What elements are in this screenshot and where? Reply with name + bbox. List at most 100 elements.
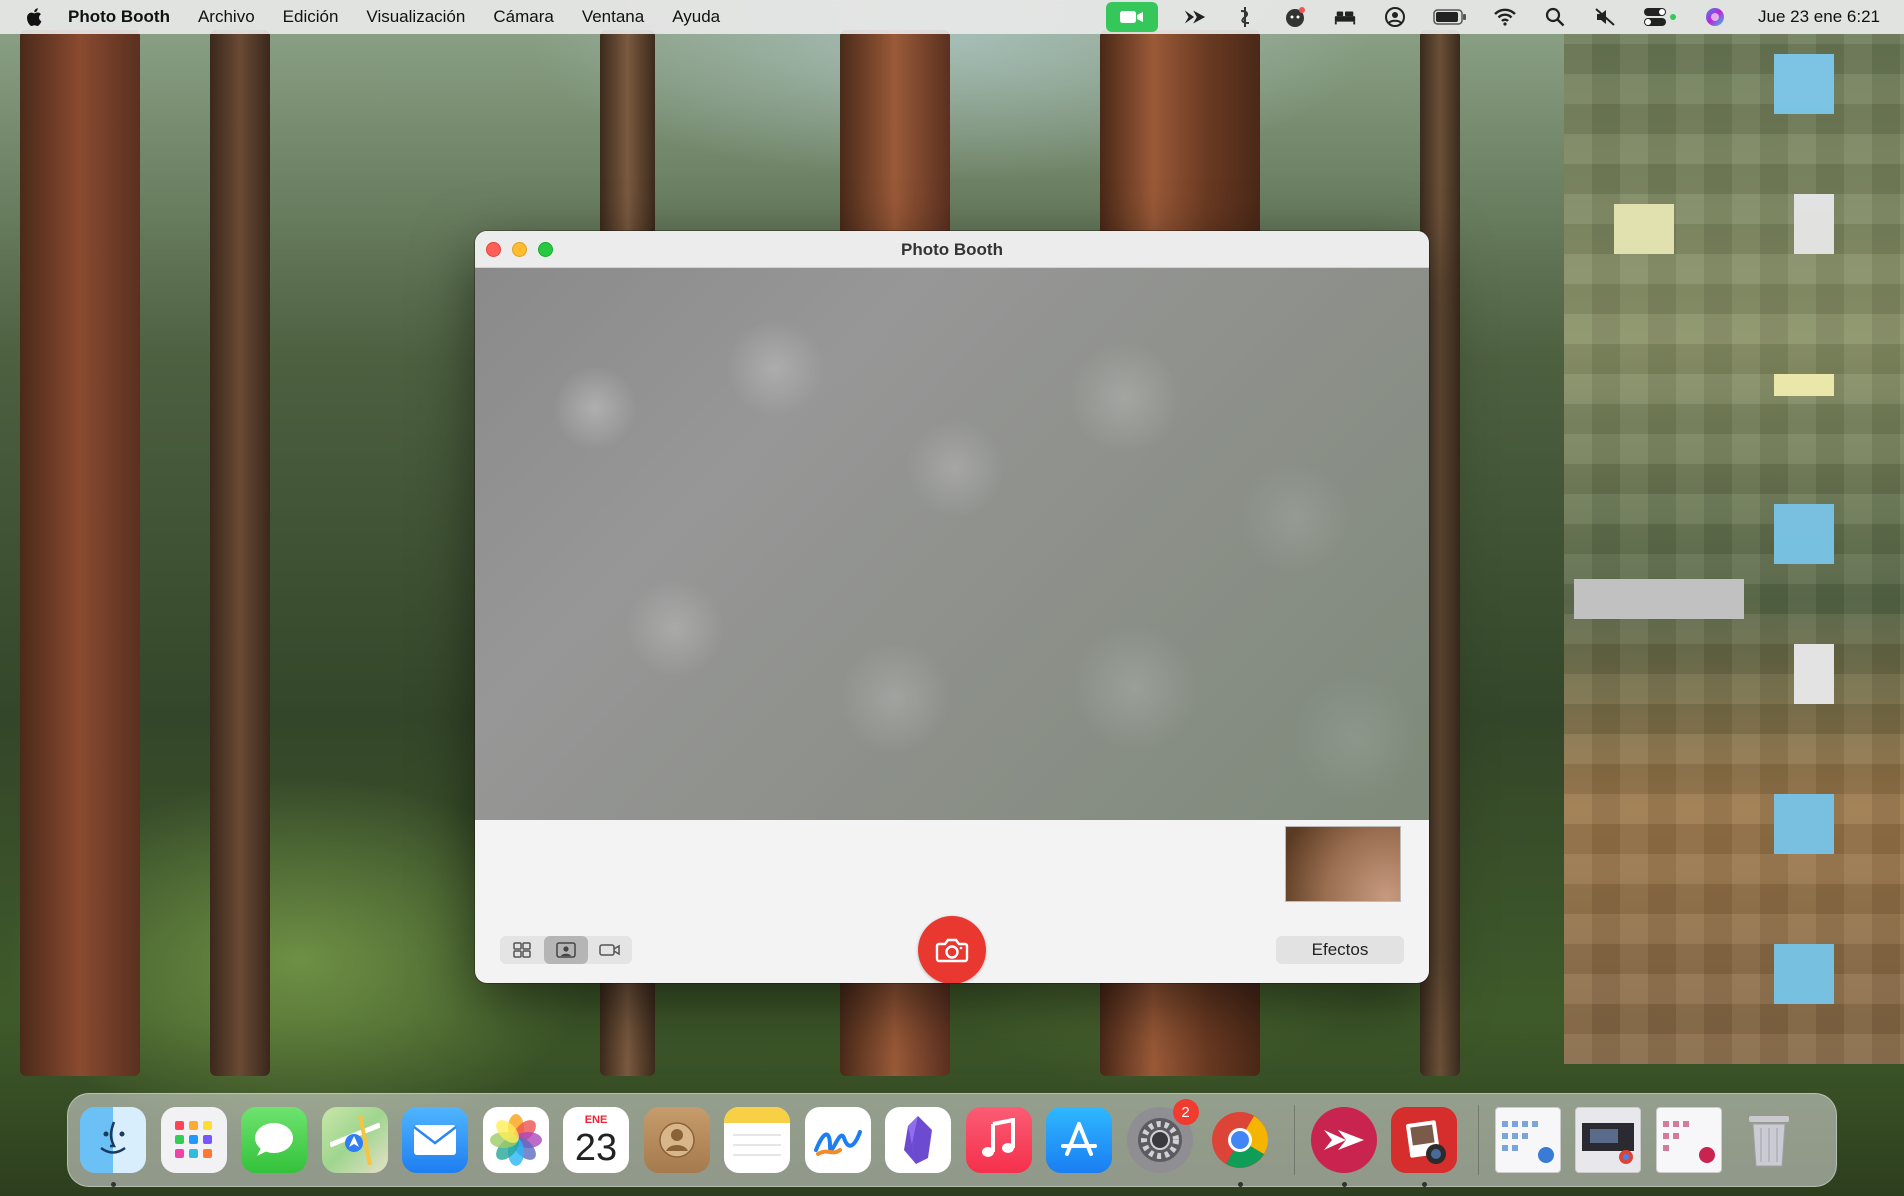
music-icon bbox=[965, 1107, 1032, 1173]
dock-notes[interactable] bbox=[724, 1107, 790, 1173]
dock-obsidian[interactable] bbox=[885, 1107, 951, 1173]
status-area: Jue 23 ene 6:21 bbox=[1106, 0, 1904, 34]
menu-ventana[interactable]: Ventana bbox=[582, 7, 644, 27]
window-thumbnail-icon bbox=[1575, 1107, 1641, 1173]
pixel-block bbox=[1794, 644, 1834, 704]
dock-separator bbox=[1477, 1105, 1479, 1175]
pixel-block bbox=[1614, 204, 1674, 254]
mail-icon bbox=[402, 1107, 468, 1173]
pixel-block bbox=[1774, 944, 1834, 1004]
mute-icon[interactable] bbox=[1593, 6, 1617, 28]
tree-trunk bbox=[20, 30, 140, 1076]
take-photo-button[interactable] bbox=[918, 916, 986, 983]
face-icon[interactable] bbox=[1283, 6, 1307, 28]
user-icon[interactable] bbox=[1383, 6, 1407, 28]
apple-menu-icon[interactable] bbox=[24, 6, 46, 28]
obsidian-icon bbox=[885, 1107, 951, 1173]
script-icon[interactable] bbox=[1233, 6, 1257, 28]
capture-mode-selector bbox=[500, 936, 632, 964]
bed-icon[interactable] bbox=[1333, 6, 1357, 28]
menu-bar: Photo Booth Archivo Edición Visualizació… bbox=[0, 0, 1904, 34]
running-indicator bbox=[1422, 1182, 1427, 1187]
freeform-icon bbox=[804, 1107, 871, 1173]
photo-thumbnail[interactable] bbox=[1285, 826, 1401, 902]
camera-in-use-icon[interactable] bbox=[1106, 2, 1159, 32]
dock-contacts[interactable] bbox=[643, 1107, 710, 1173]
dock-photos[interactable] bbox=[482, 1107, 549, 1173]
camera-preview bbox=[475, 268, 1429, 820]
control-center-icon[interactable] bbox=[1643, 6, 1677, 28]
dock-freeform[interactable] bbox=[804, 1107, 871, 1173]
dock-photo-booth[interactable] bbox=[1391, 1107, 1457, 1187]
pixelated-region bbox=[1564, 34, 1904, 1064]
photo-strip bbox=[475, 820, 1429, 916]
contacts-icon bbox=[643, 1107, 710, 1173]
four-photo-icon bbox=[513, 942, 531, 958]
trash-icon bbox=[1736, 1107, 1802, 1173]
dock-launchpad[interactable] bbox=[160, 1107, 227, 1173]
dock-music[interactable] bbox=[965, 1107, 1032, 1173]
video-camera-icon bbox=[599, 944, 620, 956]
menu-ayuda[interactable]: Ayuda bbox=[672, 7, 720, 27]
dock-chrome[interactable] bbox=[1207, 1107, 1273, 1187]
window-titlebar[interactable]: Photo Booth bbox=[475, 231, 1429, 268]
notes-icon bbox=[724, 1107, 790, 1173]
notes-header bbox=[724, 1107, 790, 1123]
camera-icon bbox=[935, 938, 969, 963]
swift-icon[interactable] bbox=[1183, 6, 1207, 28]
dock-finder[interactable] bbox=[80, 1107, 146, 1187]
wifi-icon[interactable] bbox=[1493, 6, 1517, 28]
swift-playgrounds-icon bbox=[1310, 1107, 1377, 1173]
calendar-day: 23 bbox=[574, 1127, 618, 1169]
messages-icon bbox=[241, 1107, 307, 1173]
app-store-icon bbox=[1046, 1107, 1112, 1173]
window-title: Photo Booth bbox=[901, 240, 1003, 259]
window-thumbnail-icon bbox=[1655, 1107, 1722, 1173]
siri-icon[interactable] bbox=[1703, 6, 1727, 28]
photos-icon bbox=[482, 1107, 549, 1173]
tree-trunk bbox=[210, 30, 270, 1076]
pixel-block bbox=[1774, 54, 1834, 114]
calendar-icon: ENE 23 bbox=[563, 1107, 629, 1173]
menu-camara[interactable]: Cámara bbox=[493, 7, 553, 27]
photo-booth-window: Photo Booth Efectos bbox=[475, 231, 1429, 983]
battery-icon[interactable] bbox=[1433, 6, 1467, 28]
dock-minimized-window[interactable] bbox=[1575, 1107, 1641, 1173]
menu-visualizacion[interactable]: Visualización bbox=[366, 7, 465, 27]
dock-mail[interactable] bbox=[402, 1107, 468, 1173]
pixel-block bbox=[1774, 794, 1834, 854]
running-indicator bbox=[1238, 1182, 1243, 1187]
dock-maps[interactable] bbox=[321, 1107, 388, 1173]
dock-swift-playgrounds[interactable] bbox=[1310, 1107, 1377, 1187]
dock-minimized-window[interactable] bbox=[1494, 1107, 1561, 1173]
pixel-block bbox=[1574, 579, 1744, 619]
chrome-icon bbox=[1207, 1107, 1273, 1173]
menu-archivo[interactable]: Archivo bbox=[198, 7, 255, 27]
dock-system-settings[interactable]: 2 bbox=[1126, 1099, 1199, 1173]
menu-edicion[interactable]: Edición bbox=[283, 7, 339, 27]
grid-mode-button[interactable] bbox=[500, 936, 544, 964]
photo-booth-icon bbox=[1391, 1107, 1457, 1173]
dock-separator bbox=[1293, 1105, 1295, 1175]
video-mode-button[interactable] bbox=[588, 936, 632, 964]
dock-trash[interactable] bbox=[1736, 1107, 1802, 1173]
pixel-block bbox=[1794, 194, 1834, 254]
notification-badge: 2 bbox=[1172, 1099, 1199, 1125]
running-indicator bbox=[111, 1182, 116, 1187]
running-indicator bbox=[1341, 1182, 1347, 1187]
portrait-photo-icon bbox=[556, 942, 576, 958]
maps-icon bbox=[321, 1107, 388, 1173]
bottom-toolbar: Efectos bbox=[475, 916, 1429, 983]
single-photo-mode-button[interactable] bbox=[544, 936, 588, 964]
menu-clock[interactable]: Jue 23 ene 6:21 bbox=[1758, 7, 1880, 27]
launchpad-icon bbox=[160, 1107, 227, 1173]
dock-messages[interactable] bbox=[241, 1107, 307, 1173]
dock-minimized-window[interactable] bbox=[1655, 1107, 1722, 1173]
dock: ENE 23 2 bbox=[67, 1093, 1837, 1187]
dock-app-store[interactable] bbox=[1046, 1107, 1112, 1173]
search-icon[interactable] bbox=[1543, 6, 1567, 28]
window-thumbnail-icon bbox=[1494, 1107, 1561, 1173]
effects-button[interactable]: Efectos bbox=[1276, 936, 1404, 964]
menu-app-name[interactable]: Photo Booth bbox=[68, 7, 170, 27]
dock-calendar[interactable]: ENE 23 bbox=[563, 1107, 629, 1173]
